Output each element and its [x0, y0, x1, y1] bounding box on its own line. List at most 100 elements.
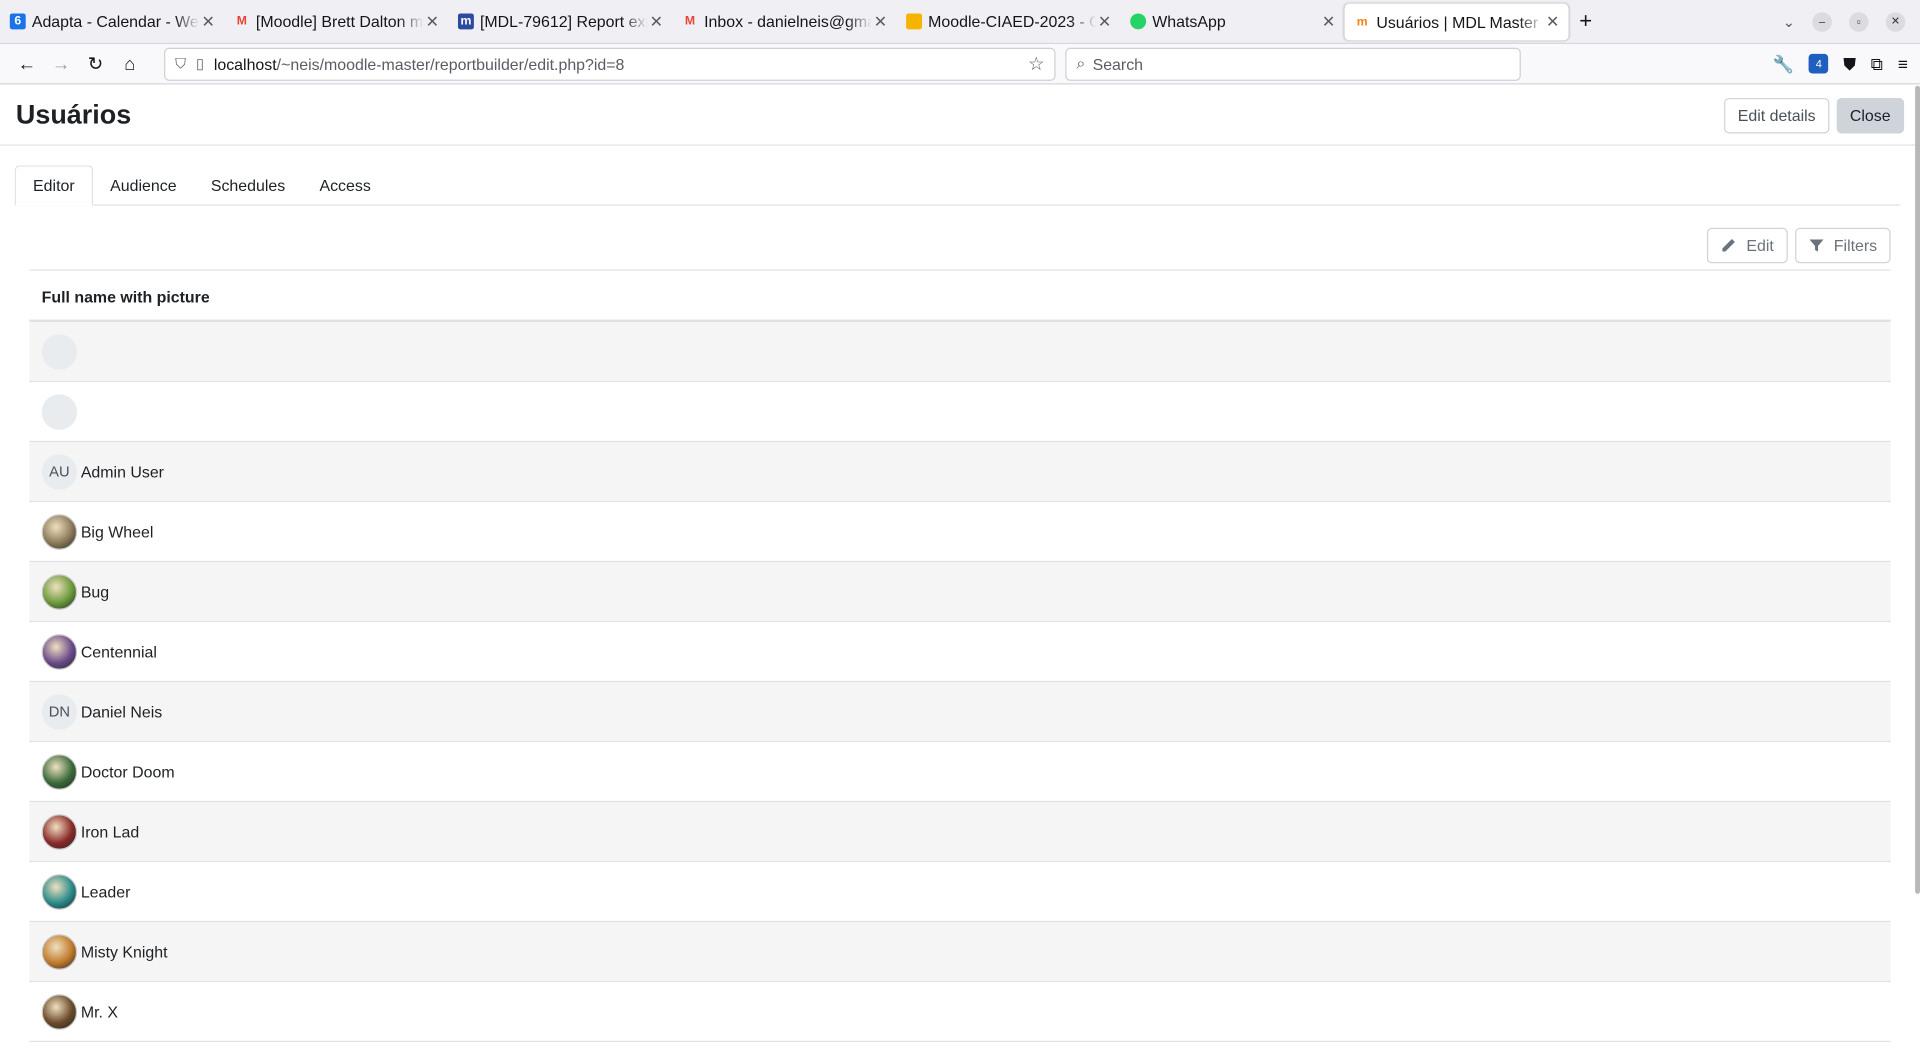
gmail-icon: M — [684, 14, 696, 29]
close-tab-icon[interactable]: ✕ — [872, 12, 889, 32]
browser-tab-title: Adapta - Calendar - Week — [31, 12, 200, 31]
table-row: Leader — [29, 862, 1891, 923]
tab-access[interactable]: Access — [302, 165, 388, 205]
menu-icon[interactable]: ≡ — [1898, 54, 1908, 74]
restore-icon[interactable]: ▫ — [1848, 11, 1869, 32]
column-header[interactable]: Full name with picture — [29, 274, 1891, 323]
slides-icon — [906, 13, 923, 30]
close-tab-icon[interactable]: ✕ — [424, 12, 441, 32]
user-fullname-link[interactable]: Bug — [81, 582, 109, 600]
avatar[interactable] — [41, 993, 78, 1030]
report-toolbar: Edit Filters — [29, 227, 1891, 271]
bookmark-star-icon[interactable]: ☆ — [1028, 53, 1044, 75]
back-icon[interactable]: ← — [10, 47, 44, 81]
shield-icon[interactable]: ⛉ — [175, 54, 186, 72]
page-header: Usuários Edit details Close — [0, 86, 1920, 146]
browser-tab-active[interactable]: m Usuários | MDL Master ✕ — [1344, 3, 1569, 41]
url-path: /~neis/moodle-master/reportbuilder/edit.… — [276, 54, 625, 73]
user-fullname-link[interactable]: Iron Lad — [81, 822, 139, 840]
avatar — [41, 393, 78, 430]
table-row: Big Wheel — [29, 502, 1891, 563]
tab-audience[interactable]: Audience — [93, 165, 194, 205]
filters-button[interactable]: Filters — [1794, 227, 1891, 264]
moodle-icon: m — [1356, 15, 1368, 29]
browser-tab-title: WhatsApp — [1152, 12, 1226, 31]
report-rows: AU Admin User Big Wheel Bug Centennial DN Dani… — [29, 322, 1891, 1043]
table-row: Mr. X — [29, 982, 1891, 1043]
avatar[interactable]: AU — [41, 453, 78, 490]
minimize-icon[interactable]: – — [1812, 11, 1832, 32]
tab-schedules[interactable]: Schedules — [194, 165, 303, 205]
moodle-tracker-icon: m — [457, 13, 474, 30]
calendar-icon: 6 — [9, 13, 26, 30]
extension-icon[interactable]: 4 — [1808, 53, 1829, 74]
table-row: Misty Knight — [29, 922, 1891, 983]
report-table: Full name with picture AU Admin User Big W… — [29, 274, 1891, 1043]
scrollbar[interactable] — [1915, 85, 1920, 894]
avatar[interactable]: DN — [41, 693, 78, 730]
table-row: Doctor Doom — [29, 742, 1891, 803]
tab-editor[interactable]: Editor — [14, 165, 94, 206]
close-tab-icon[interactable]: ✕ — [1544, 12, 1561, 32]
edit-details-button[interactable]: Edit details — [1724, 97, 1830, 133]
browser-tab-title: Inbox - danielneis@gmail — [704, 12, 872, 31]
close-tab-icon[interactable]: ✕ — [1320, 12, 1337, 32]
browser-tab[interactable]: Moodle-CIAED-2023 - Go ✕ — [896, 2, 1120, 41]
user-fullname-link[interactable]: Mr. X — [81, 1002, 118, 1020]
user-fullname-link[interactable]: Daniel Neis — [81, 702, 162, 720]
avatar[interactable] — [41, 513, 78, 550]
forward-icon[interactable]: → — [44, 47, 78, 81]
close-window-icon[interactable]: ✕ — [1885, 11, 1906, 32]
edit-label: Edit — [1746, 236, 1774, 255]
url-bar[interactable]: ⛉ ▯ localhost/~neis/moodle-master/report… — [164, 47, 1056, 81]
table-row: Bug — [29, 562, 1891, 623]
search-placeholder: Search — [1092, 54, 1144, 73]
avatar[interactable] — [41, 573, 78, 610]
reload-icon[interactable]: ↻ — [78, 47, 112, 81]
browser-tab-strip: 6 Adapta - Calendar - Week ✕ M [Moodle] Bre… — [0, 0, 1920, 45]
user-fullname-link[interactable]: Misty Knight — [81, 942, 168, 960]
table-row: AU Admin User — [29, 442, 1891, 503]
pencil-icon — [1722, 239, 1736, 252]
page-title: Usuários — [15, 99, 132, 130]
search-input[interactable]: ⌕ Search — [1065, 47, 1521, 81]
table-row — [29, 382, 1891, 443]
home-icon[interactable]: ⌂ — [113, 47, 147, 81]
browser-tab-title: [Moodle] Brett Dalton m — [255, 12, 424, 31]
avatar[interactable] — [41, 873, 78, 910]
page-content: Usuários Edit details Close Editor Audie… — [0, 85, 1920, 1053]
browser-tab[interactable]: m [MDL-79612] Report exp ✕ — [448, 2, 672, 41]
user-fullname-link[interactable]: Big Wheel — [81, 522, 154, 540]
close-button[interactable]: Close — [1836, 97, 1905, 133]
page-info-icon[interactable]: ▯ — [196, 55, 204, 72]
close-tab-icon[interactable]: ✕ — [648, 12, 665, 32]
whatsapp-icon — [1130, 13, 1147, 30]
new-tab-button[interactable]: + — [1569, 9, 1603, 35]
browser-tab[interactable]: M [Moodle] Brett Dalton m ✕ — [224, 2, 448, 41]
report-tabs: Editor Audience Schedules Access — [14, 165, 1901, 206]
browser-tab[interactable]: 6 Adapta - Calendar - Week ✕ — [0, 2, 224, 41]
close-tab-icon[interactable]: ✕ — [200, 12, 217, 32]
user-fullname-link[interactable]: Centennial — [81, 642, 157, 660]
browser-tab-title: Usuários | MDL Master — [1376, 12, 1539, 32]
avatar[interactable] — [41, 813, 78, 850]
user-fullname-link[interactable]: Doctor Doom — [81, 762, 175, 780]
extension-badge: 4 — [1815, 57, 1822, 70]
browser-tab-title: [MDL-79612] Report exp — [480, 12, 648, 31]
edit-button[interactable]: Edit — [1707, 227, 1788, 264]
avatar[interactable] — [41, 633, 78, 670]
toolbar-extensions: 🔧 4 ⛊ ⧉ ≡ — [1773, 53, 1920, 74]
browser-tab[interactable]: WhatsApp ✕ — [1120, 2, 1344, 41]
filters-label: Filters — [1833, 236, 1878, 255]
wrench-icon[interactable]: 🔧 — [1773, 53, 1794, 74]
user-fullname-link[interactable]: Admin User — [81, 462, 164, 480]
table-row: DN Daniel Neis — [29, 682, 1891, 743]
browser-tab[interactable]: M Inbox - danielneis@gmail ✕ — [672, 2, 896, 41]
avatar[interactable] — [41, 753, 78, 790]
avatar[interactable] — [41, 933, 78, 970]
list-tabs-icon[interactable]: ⌄ — [1783, 13, 1795, 30]
shield-extension-icon[interactable]: ⛊ — [1843, 53, 1856, 74]
user-fullname-link[interactable]: Leader — [81, 882, 131, 900]
extensions-puzzle-icon[interactable]: ⧉ — [1871, 53, 1883, 74]
close-tab-icon[interactable]: ✕ — [1096, 12, 1113, 32]
